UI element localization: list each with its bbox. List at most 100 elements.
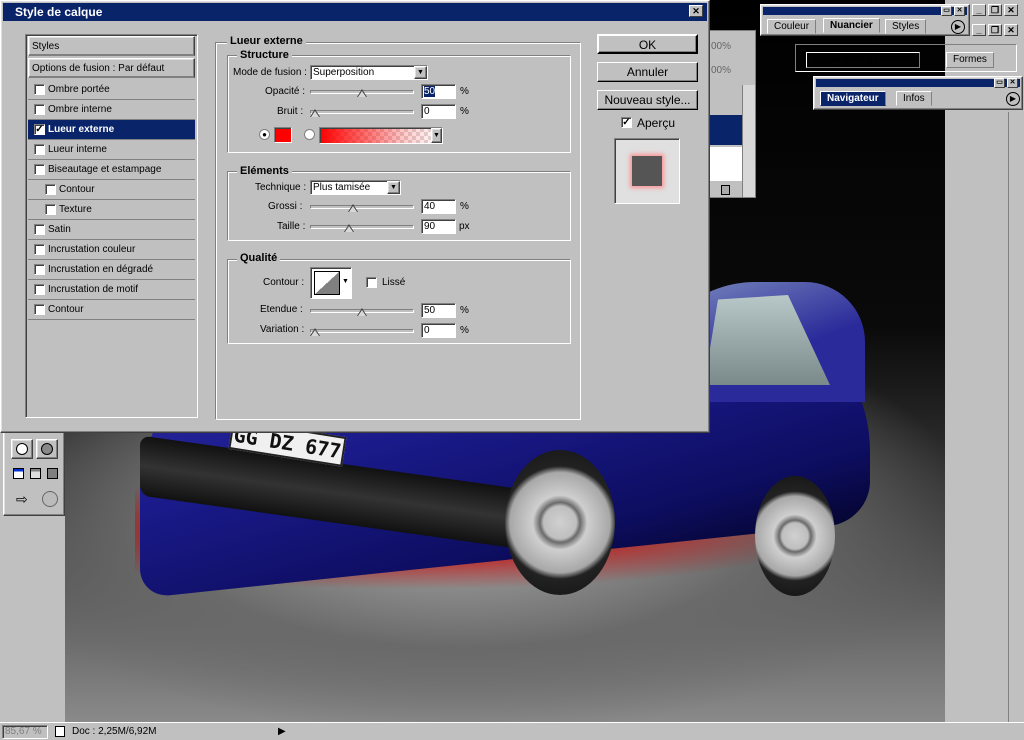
spread-slider[interactable] (310, 201, 414, 213)
tab-couleur[interactable]: Couleur (767, 19, 817, 34)
jitter-slider[interactable] (310, 325, 414, 337)
tab-file-browser[interactable]: Explorateur de fichiers (806, 52, 920, 68)
imageready-logo-icon[interactable] (42, 491, 58, 507)
style-item[interactable]: Lueur interne (28, 140, 195, 160)
tab-navigateur[interactable]: Navigateur (820, 91, 886, 106)
style-item[interactable]: Contour (28, 300, 195, 320)
style-item-checkbox[interactable] (34, 264, 45, 275)
workspace-scrollbar[interactable] (1008, 112, 1022, 722)
layers-scrollbar[interactable] (742, 85, 755, 197)
solid-color-radio[interactable]: ● (259, 129, 270, 140)
style-item-checkbox[interactable] (34, 84, 45, 95)
doc-info-icon[interactable] (55, 726, 65, 737)
style-item[interactable]: Texture (28, 200, 195, 220)
tab-nuancier[interactable]: Nuancier (823, 18, 880, 33)
style-item-checkbox[interactable] (34, 244, 45, 255)
navigator-minimize-icon[interactable]: ▭ (994, 78, 1005, 88)
style-item-checkbox[interactable] (34, 164, 45, 175)
style-item-checkbox[interactable] (45, 204, 56, 215)
style-item-label: Texture (59, 204, 92, 215)
zoom-field[interactable]: 85,67 % (2, 725, 48, 739)
tab-infos[interactable]: Infos (896, 91, 932, 106)
color-swatches-palette: ▭ ✕ Couleur Nuancier Styles ▶ (760, 4, 970, 36)
technique-select[interactable]: Plus tamisée ▼ (310, 180, 401, 195)
styles-header[interactable]: Styles (28, 36, 195, 56)
antialias-checkbox[interactable] (366, 277, 377, 288)
style-item[interactable]: Biseautage et estampage (28, 160, 195, 180)
layer-row[interactable] (709, 147, 742, 181)
style-item[interactable]: Satin (28, 220, 195, 240)
technique-dropdown-icon[interactable]: ▼ (387, 181, 400, 194)
noise-slider[interactable] (310, 106, 414, 118)
style-item-checkbox[interactable] (45, 184, 56, 195)
app-restore-icon[interactable]: ❐ (988, 4, 1002, 16)
preview-checkbox[interactable]: ✓ (621, 117, 632, 128)
doc-minimize-icon[interactable]: _ (972, 24, 986, 36)
screen-mode-icon-1[interactable] (13, 468, 24, 479)
quickmask-mode-icon (41, 443, 53, 455)
toolbox: ⇨ (3, 430, 65, 516)
style-item-checkbox[interactable]: ✓ (34, 124, 45, 135)
screen-mode-icon-3[interactable] (47, 468, 58, 479)
contour-label: Contour : (263, 277, 305, 288)
style-item-label: Contour (59, 184, 95, 195)
cancel-button[interactable]: Annuler (597, 62, 698, 82)
doc-restore-icon[interactable]: ❐ (988, 24, 1002, 36)
layer-row-selected[interactable] (709, 115, 742, 145)
palette-menu-icon[interactable]: ▶ (951, 20, 965, 34)
dialog-close-icon[interactable]: ✕ (689, 5, 703, 17)
blend-options-item[interactable]: Options de fusion : Par défaut (28, 58, 195, 78)
glow-gradient-picker[interactable]: ▼ (319, 127, 443, 144)
style-item-checkbox[interactable] (34, 104, 45, 115)
range-slider[interactable] (310, 305, 414, 317)
spread-input[interactable]: 40 (421, 199, 456, 214)
contour-picker[interactable]: ▼ (310, 267, 352, 299)
style-item-label: Lueur externe (48, 124, 115, 135)
gradient-dropdown-icon[interactable]: ▼ (431, 128, 442, 143)
standard-mode-button[interactable] (11, 439, 33, 459)
style-item[interactable]: Ombre portée (28, 80, 195, 100)
navigator-close-icon[interactable]: ✕ (1007, 78, 1018, 88)
jitter-input[interactable]: 0 (421, 323, 456, 338)
quickmask-mode-button[interactable] (36, 439, 58, 459)
noise-input[interactable]: 0 (421, 104, 456, 119)
technique-label: Technique : (255, 182, 307, 193)
app-minimize-icon[interactable]: _ (972, 4, 986, 16)
style-item[interactable]: Incrustation en dégradé (28, 260, 195, 280)
screen-mode-icon-2[interactable] (30, 468, 41, 479)
dialog-title: Style de calque (15, 5, 103, 19)
size-slider[interactable] (310, 221, 414, 233)
style-item-checkbox[interactable] (34, 144, 45, 155)
doc-close-icon[interactable]: ✕ (1004, 24, 1018, 36)
opacity-input[interactable]: 50 (421, 84, 456, 99)
style-item[interactable]: Ombre interne (28, 100, 195, 120)
style-item-checkbox[interactable] (34, 224, 45, 235)
glow-color-swatch[interactable] (274, 127, 292, 143)
tab-formes[interactable]: Formes (946, 52, 994, 68)
blend-mode-select[interactable]: Superposition ▼ (310, 65, 428, 80)
ok-button[interactable]: OK (597, 34, 698, 54)
dialog-titlebar[interactable]: Style de calque ✕ (3, 3, 707, 21)
size-input[interactable]: 90 (421, 219, 456, 234)
range-input[interactable]: 50 (421, 303, 456, 318)
style-item[interactable]: Contour (28, 180, 195, 200)
navigator-menu-icon[interactable]: ▶ (1006, 92, 1020, 106)
style-item[interactable]: Incrustation couleur (28, 240, 195, 260)
palette-close-icon[interactable]: ✕ (954, 6, 965, 16)
app-close-icon[interactable]: ✕ (1004, 4, 1018, 16)
trash-icon[interactable] (721, 185, 730, 195)
layer-percent-1: 00% (711, 41, 732, 52)
style-item[interactable]: Incrustation de motif (28, 280, 195, 300)
new-style-button[interactable]: Nouveau style... (597, 90, 698, 110)
blend-mode-dropdown-icon[interactable]: ▼ (414, 66, 427, 79)
tab-styles[interactable]: Styles (885, 19, 927, 34)
gradient-radio[interactable] (304, 129, 315, 140)
contour-dropdown-icon[interactable]: ▼ (342, 278, 349, 285)
style-item-checkbox[interactable] (34, 304, 45, 315)
jump-to-imageready-icon[interactable]: ⇨ (16, 491, 38, 507)
style-item-checkbox[interactable] (34, 284, 45, 295)
style-item[interactable]: ✓ Lueur externe (28, 120, 195, 140)
palette-minimize-icon[interactable]: ▭ (941, 6, 952, 16)
status-menu-arrow-icon[interactable]: ▶ (278, 725, 290, 739)
opacity-slider[interactable] (310, 86, 414, 98)
